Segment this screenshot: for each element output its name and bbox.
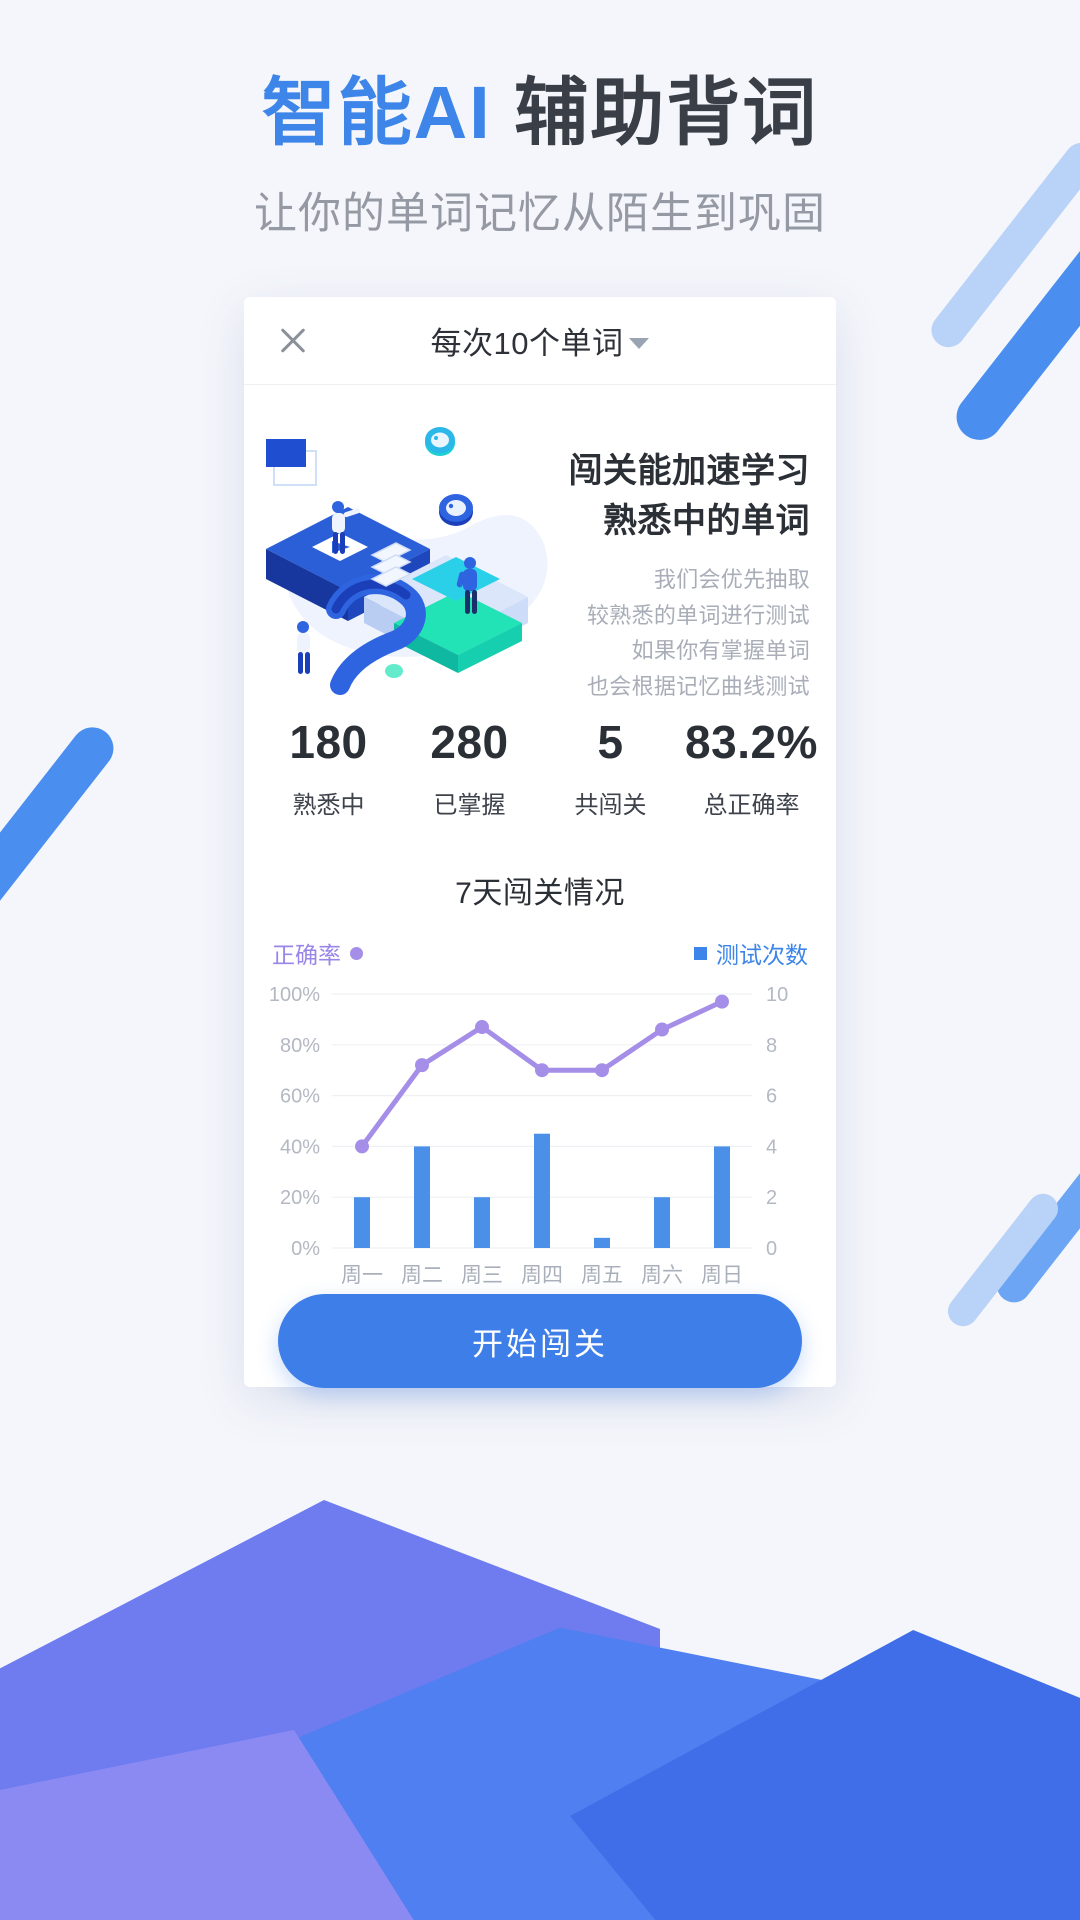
stat-item-mastered: 280 已掌握 xyxy=(399,715,540,820)
stat-label: 总正确率 xyxy=(703,792,800,820)
illustration xyxy=(244,409,564,696)
legend-label: 正确率 xyxy=(272,942,341,969)
start-challenge-button[interactable]: 开始闯关 xyxy=(278,1294,802,1389)
stat-item-levels: 5 共闯关 xyxy=(540,715,681,820)
promo-copy: 闯关能加速学习 熟悉中的单词 我们会优先抽取 较熟悉的单词进行测试 如果你有掌握… xyxy=(564,409,836,698)
legend-dot-icon xyxy=(350,946,363,960)
legend-square-icon xyxy=(694,946,707,960)
svg-text:8: 8 xyxy=(766,1035,777,1057)
promo-desc-line1: 我们会优先抽取 xyxy=(653,566,810,592)
chart-x-axis: 周一 周二 周三 周四 周五 周六 周日 xyxy=(341,1264,743,1287)
page-subtitle: 让你的单词记忆从陌生到巩固 xyxy=(254,190,826,239)
chart-y-axis-right: 10 8 6 4 2 0 xyxy=(766,984,788,1260)
chart-legend: 正确率 测试次数 xyxy=(244,936,836,970)
chart-bars xyxy=(354,1134,730,1249)
svg-text:周四: 周四 xyxy=(521,1264,563,1287)
stat-value: 5 xyxy=(597,716,624,769)
stat-label: 熟悉中 xyxy=(292,792,365,820)
promo-title: 闯关能加速学习 熟悉中的单词 xyxy=(564,447,810,546)
chevron-down-icon xyxy=(629,338,650,350)
chart-y-axis-left: 100% 80% 60% 40% 20% 0% xyxy=(270,984,320,1260)
stats-row: 180 熟悉中 280 已掌握 5 共闯关 83.2% 总正确率 xyxy=(244,715,836,820)
close-icon[interactable] xyxy=(270,318,316,364)
isometric-slide-illustration xyxy=(266,427,548,696)
decorative-stripe xyxy=(0,718,122,982)
combo-chart: 100% 80% 60% 40% 20% 0% 10 8 6 4 2 0 周一 周二 周三 周四 周五 周六周… xyxy=(270,984,788,1287)
stat-value: 180 xyxy=(289,716,368,769)
promo-section: 闯关能加速学习 熟悉中的单词 我们会优先抽取 较熟悉的单词进行测试 如果你有掌握… xyxy=(244,385,836,699)
page-title-accent: 智能AI xyxy=(261,71,492,154)
svg-text:0: 0 xyxy=(766,1238,777,1260)
page-title: 智能AI 辅助背词 xyxy=(0,72,1080,153)
stat-item-familiar: 180 熟悉中 xyxy=(258,715,399,820)
svg-text:80%: 80% xyxy=(280,1035,320,1057)
svg-text:4: 4 xyxy=(766,1137,777,1159)
stat-item-accuracy: 83.2% 总正确率 xyxy=(681,715,822,820)
svg-text:6: 6 xyxy=(766,1086,777,1108)
word-count-label: 每次10个单词 xyxy=(430,326,624,362)
chart-title: 7天闯关情况 xyxy=(455,877,625,911)
promo-title-line2: 熟悉中的单词 xyxy=(603,501,810,540)
svg-text:100%: 100% xyxy=(270,984,320,1006)
svg-text:0%: 0% xyxy=(291,1238,320,1260)
svg-text:60%: 60% xyxy=(280,1086,320,1108)
legend-label: 测试次数 xyxy=(716,942,808,969)
svg-text:周二: 周二 xyxy=(401,1264,443,1287)
svg-text:周三: 周三 xyxy=(461,1264,503,1287)
promo-desc-line4: 也会根据记忆曲线测试 xyxy=(586,673,810,699)
card-header: 每次10个单词 xyxy=(244,297,836,386)
page-title-rest: 辅助背词 xyxy=(491,71,819,154)
svg-text:周日: 周日 xyxy=(701,1264,743,1287)
svg-text:40%: 40% xyxy=(280,1137,320,1159)
chart-line-points xyxy=(355,995,729,1154)
chart-canvas: 100% 80% 60% 40% 20% 0% 10 8 6 4 2 0 周一 周二 周三 周四 周五 周六周… xyxy=(270,984,810,1294)
svg-text:20%: 20% xyxy=(280,1188,320,1210)
svg-text:周五: 周五 xyxy=(581,1264,623,1287)
promo-desc-line2: 较熟悉的单词进行测试 xyxy=(586,602,810,628)
stat-label: 已掌握 xyxy=(433,792,506,820)
hero-section: 智能AI 辅助背词 让你的单词记忆从陌生到巩固 xyxy=(0,0,1080,241)
svg-text:10: 10 xyxy=(766,984,788,1006)
stat-label: 共闯关 xyxy=(574,792,647,820)
legend-item-test-count: 测试次数 xyxy=(694,936,808,970)
svg-text:周六: 周六 xyxy=(641,1264,683,1287)
promo-title-line1: 闯关能加速学习 xyxy=(568,452,810,491)
svg-text:周一: 周一 xyxy=(341,1264,383,1287)
app-screenshot-card: 每次10个单词 闯关能加速学习 熟悉中的单词 我们会优先抽取 较熟悉的单词进行测… xyxy=(244,297,836,1389)
svg-text:2: 2 xyxy=(766,1188,777,1210)
cta-container: 开始闯关 xyxy=(244,1294,836,1424)
word-count-selector[interactable]: 每次10个单词 xyxy=(244,297,836,384)
promo-description: 我们会优先抽取 较熟悉的单词进行测试 如果你有掌握单词 也会根据记忆曲线测试 xyxy=(564,562,810,705)
stat-value: 280 xyxy=(430,716,509,769)
stat-value: 83.2% xyxy=(685,716,818,769)
promo-desc-line3: 如果你有掌握单词 xyxy=(631,638,810,664)
legend-item-accuracy: 正确率 xyxy=(272,936,363,970)
